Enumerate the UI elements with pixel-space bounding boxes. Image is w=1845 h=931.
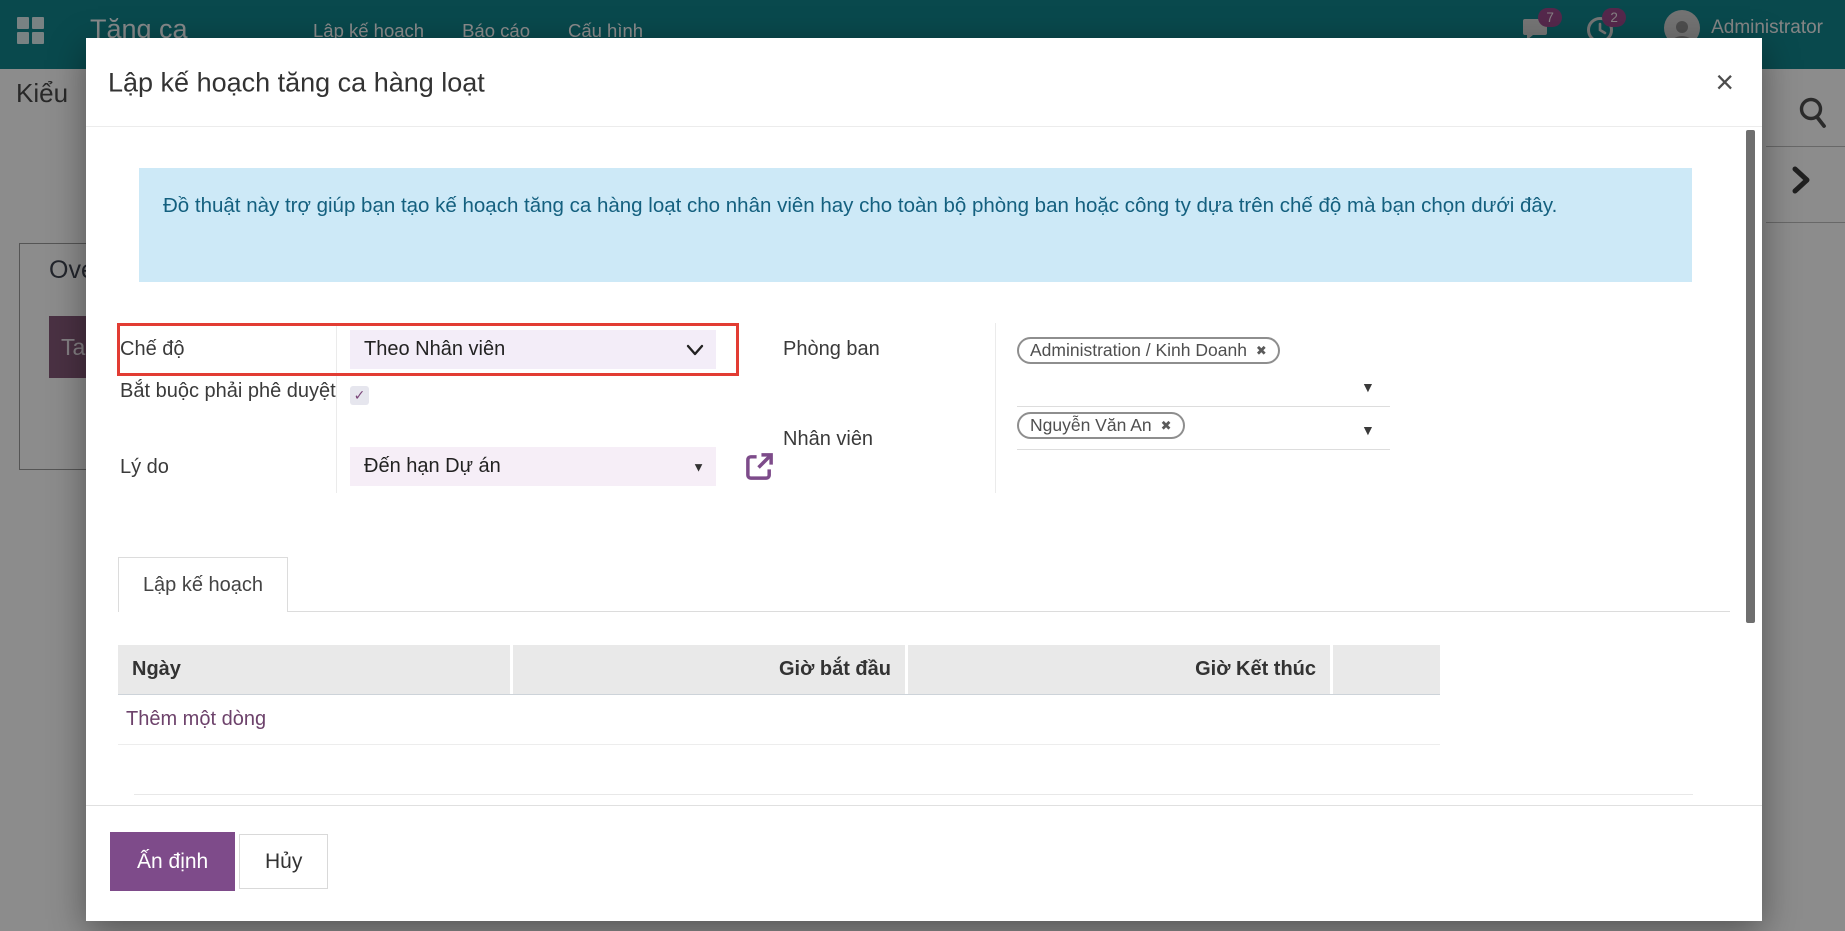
reason-field-label: Lý do xyxy=(120,452,169,483)
sheet-bottom-line xyxy=(134,794,1693,795)
remove-tag-icon[interactable]: ✖ xyxy=(1256,343,1267,359)
column-header-end-time[interactable]: Giờ Kết thúc xyxy=(908,645,1333,694)
employee-field-underline xyxy=(1017,449,1390,450)
external-link-icon[interactable] xyxy=(744,451,775,482)
column-header-date[interactable]: Ngày xyxy=(118,645,513,694)
check-icon: ✓ xyxy=(354,387,366,404)
table-header-row: Ngày Giờ bắt đầu Giờ Kết thúc xyxy=(118,645,1440,695)
tab-planning[interactable]: Lập kế hoạch xyxy=(118,557,288,612)
department-field-underline xyxy=(1017,406,1390,407)
modal-scrollbar-thumb[interactable] xyxy=(1746,130,1755,623)
form-column-separator xyxy=(995,323,996,493)
column-header-start-time[interactable]: Giờ bắt đầu xyxy=(513,645,908,694)
tab-strip-line xyxy=(118,611,1730,612)
employee-tag-label: Nguyễn Văn An xyxy=(1030,415,1152,436)
employee-dropdown-caret-icon[interactable]: ▼ xyxy=(1361,423,1375,437)
cancel-button[interactable]: Hủy xyxy=(239,834,328,889)
close-icon[interactable]: × xyxy=(1715,66,1734,98)
caret-down-icon: ▼ xyxy=(692,459,705,474)
remove-tag-icon[interactable]: ✖ xyxy=(1161,418,1172,434)
approval-field-label: Bắt buộc phải phê duyệt xyxy=(120,376,338,407)
department-tag-label: Administration / Kinh Doanh xyxy=(1030,340,1247,361)
reason-select-value: Đến hạn Dự án xyxy=(364,455,501,478)
mode-select[interactable]: Theo Nhân viên xyxy=(350,330,716,369)
employee-tag: Nguyễn Văn An ✖ xyxy=(1017,412,1185,439)
footer-divider xyxy=(86,805,1762,806)
employee-field-label: Nhân viên xyxy=(783,424,873,455)
approval-checkbox[interactable]: ✓ xyxy=(350,386,369,405)
department-dropdown-caret-icon[interactable]: ▼ xyxy=(1361,380,1375,394)
column-header-empty xyxy=(1333,645,1440,694)
dialog-header: Lập kế hoạch tăng ca hàng loạt × xyxy=(86,38,1762,127)
confirm-button[interactable]: Ấn định xyxy=(110,832,235,891)
dialog-title: Lập kế hoạch tăng ca hàng loạt xyxy=(108,68,485,99)
chevron-down-icon xyxy=(685,343,705,357)
department-field-label: Phòng ban xyxy=(783,334,880,365)
department-tag: Administration / Kinh Doanh ✖ xyxy=(1017,337,1280,364)
reason-select[interactable]: Đến hạn Dự án ▼ xyxy=(350,447,716,486)
mode-select-value: Theo Nhân viên xyxy=(364,338,505,361)
form-column-separator xyxy=(336,323,337,493)
bulk-overtime-dialog: Lập kế hoạch tăng ca hàng loạt × Đồ thuậ… xyxy=(86,38,1762,921)
add-row-link[interactable]: Thêm một dòng xyxy=(118,695,1440,745)
info-alert: Đồ thuật này trợ giúp bạn tạo kế hoạch t… xyxy=(139,168,1692,282)
planning-lines-table: Ngày Giờ bắt đầu Giờ Kết thúc Thêm một d… xyxy=(118,645,1440,745)
mode-field-label: Chế độ xyxy=(120,334,185,365)
